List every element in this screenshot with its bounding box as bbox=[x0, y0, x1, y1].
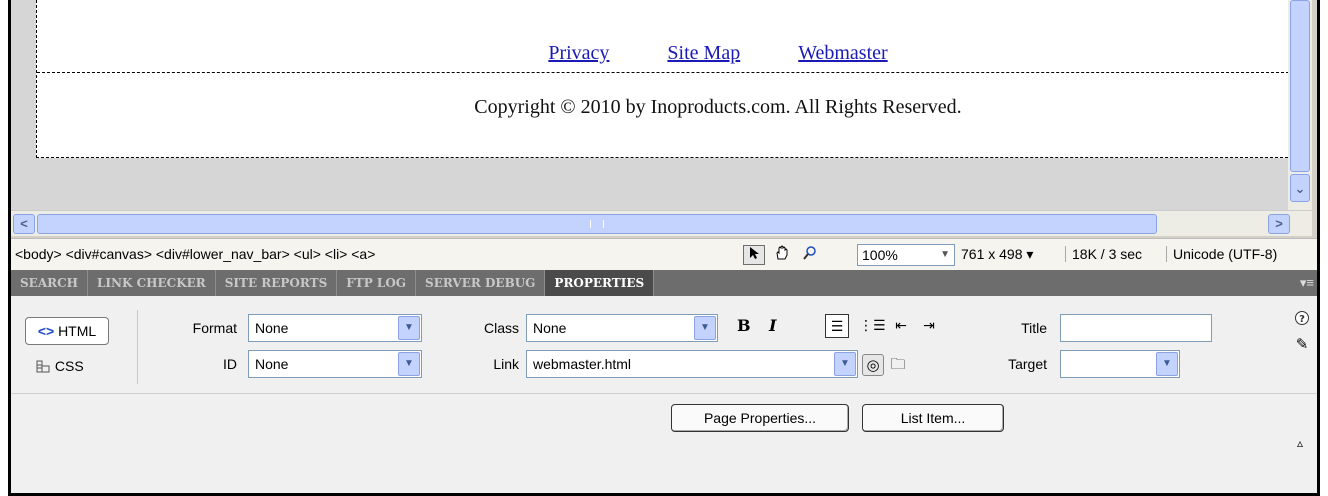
dreamweaver-window: Privacy Site Map Webmaster Copyright © 2… bbox=[8, 0, 1320, 496]
tab-site-reports[interactable]: SITE REPORTS bbox=[216, 270, 338, 296]
download-size: 18K / 3 sec bbox=[1065, 246, 1142, 262]
link-field[interactable]: webmaster.html ▼ bbox=[526, 350, 858, 378]
scroll-left-button[interactable]: < bbox=[13, 214, 35, 234]
help-icon[interactable]: ? bbox=[1291, 310, 1313, 332]
view-tools bbox=[743, 245, 821, 265]
tab-ftp-log[interactable]: FTP LOG bbox=[337, 270, 417, 296]
list-item-button[interactable]: List Item... bbox=[862, 404, 1004, 432]
id-label: ID bbox=[223, 356, 237, 372]
point-to-file-icon[interactable]: ◎ bbox=[862, 354, 884, 376]
zoom-icon[interactable] bbox=[799, 245, 821, 265]
page-canvas: Privacy Site Map Webmaster Copyright © 2… bbox=[36, 0, 1289, 158]
class-label: Class bbox=[483, 320, 519, 336]
html-mode-button[interactable]: <> HTML bbox=[25, 317, 109, 345]
panel-options-icon[interactable]: ▾≡ bbox=[1300, 270, 1314, 296]
format-value: None bbox=[255, 320, 289, 336]
target-select[interactable]: ▼ bbox=[1060, 350, 1180, 378]
chevron-down-icon: ▼ bbox=[398, 316, 420, 340]
webmaster-link[interactable]: Webmaster bbox=[798, 42, 887, 65]
vertical-scroll-thumb[interactable] bbox=[1290, 0, 1310, 172]
id-select[interactable]: None ▼ bbox=[248, 350, 422, 378]
page-properties-button[interactable]: Page Properties... bbox=[671, 404, 849, 432]
class-value: None bbox=[533, 320, 567, 336]
properties-panel: <> HTML CSS Format None ▼ ID None ▼ Clas… bbox=[11, 296, 1317, 493]
css-mode-button[interactable]: CSS bbox=[35, 354, 84, 378]
expand-icon[interactable]: ▵ bbox=[1297, 436, 1303, 450]
indent-icon[interactable]: ⇥ bbox=[917, 314, 941, 338]
title-field[interactable] bbox=[1060, 314, 1212, 342]
svg-text:?: ? bbox=[1299, 314, 1305, 325]
chevron-down-icon: ▼ bbox=[398, 352, 420, 376]
grip-icon bbox=[590, 220, 604, 228]
panel-divider bbox=[11, 393, 1317, 394]
vertical-scrollbar[interactable]: ⌄ bbox=[1288, 0, 1312, 210]
tab-link-checker[interactable]: LINK CHECKER bbox=[88, 270, 216, 296]
link-label: Link bbox=[493, 356, 519, 372]
panel-tabs: SEARCH LINK CHECKER SITE REPORTS FTP LOG… bbox=[11, 270, 1317, 296]
code-icon: <> bbox=[37, 323, 55, 339]
chevron-down-icon: ▼ bbox=[694, 316, 716, 340]
title-label: Title bbox=[1021, 320, 1047, 336]
window-size[interactable]: 761 x 498 ▾ bbox=[961, 246, 1033, 263]
hand-icon[interactable] bbox=[771, 245, 793, 265]
copyright-text: Copyright © 2010 by Inoproducts.com. All… bbox=[474, 96, 962, 118]
scroll-down-button[interactable]: ⌄ bbox=[1290, 174, 1310, 202]
tag-selector[interactable]: <body> <div#canvas> <div#lower_nav_bar> … bbox=[15, 246, 375, 262]
class-select[interactable]: None ▼ bbox=[526, 314, 718, 342]
outdent-icon[interactable]: ⇤ bbox=[889, 314, 913, 338]
ordered-list-icon[interactable]: ⋮☰ bbox=[859, 314, 886, 338]
design-view: Privacy Site Map Webmaster Copyright © 2… bbox=[11, 0, 1289, 210]
scroll-right-button[interactable]: > bbox=[1268, 214, 1290, 234]
horizontal-scrollbar[interactable]: < > bbox=[11, 210, 1312, 236]
target-label: Target bbox=[1008, 356, 1047, 372]
tab-server-debug[interactable]: SERVER DEBUG bbox=[416, 270, 546, 296]
pointer-icon[interactable] bbox=[743, 245, 765, 265]
status-bar: <body> <div#canvas> <div#lower_nav_bar> … bbox=[11, 238, 1317, 270]
zoom-value: 100% bbox=[862, 247, 898, 263]
format-label: Format bbox=[192, 320, 237, 336]
chevron-down-icon: ▼ bbox=[834, 352, 856, 376]
tab-properties[interactable]: PROPERTIES bbox=[545, 270, 655, 296]
chevron-down-icon: ▼ bbox=[1156, 352, 1178, 376]
css-button-label: CSS bbox=[54, 358, 84, 374]
privacy-link[interactable]: Privacy bbox=[548, 42, 609, 65]
bold-button[interactable]: B bbox=[737, 316, 751, 335]
id-value: None bbox=[255, 356, 289, 372]
link-value: webmaster.html bbox=[533, 356, 632, 372]
browse-folder-icon[interactable]: 🗀 bbox=[887, 354, 909, 376]
horizontal-scroll-thumb[interactable] bbox=[37, 214, 1157, 234]
site-map-link[interactable]: Site Map bbox=[667, 42, 740, 65]
encoding: Unicode (UTF-8) bbox=[1166, 246, 1277, 262]
css-icon bbox=[35, 358, 55, 374]
tab-search[interactable]: SEARCH bbox=[11, 270, 88, 296]
footer-links: Privacy Site Map Webmaster bbox=[37, 42, 1289, 65]
edit-icon[interactable]: ✎ bbox=[1291, 334, 1313, 356]
chevron-down-icon: ▼ bbox=[940, 249, 950, 260]
zoom-select[interactable]: 100% ▼ bbox=[857, 244, 955, 266]
html-button-label: HTML bbox=[58, 323, 97, 339]
unordered-list-icon[interactable]: ☰ bbox=[825, 314, 849, 338]
italic-button[interactable]: I bbox=[769, 316, 776, 335]
divider bbox=[137, 310, 138, 384]
lower-nav-bar-border bbox=[37, 72, 1289, 73]
format-select[interactable]: None ▼ bbox=[248, 314, 422, 342]
